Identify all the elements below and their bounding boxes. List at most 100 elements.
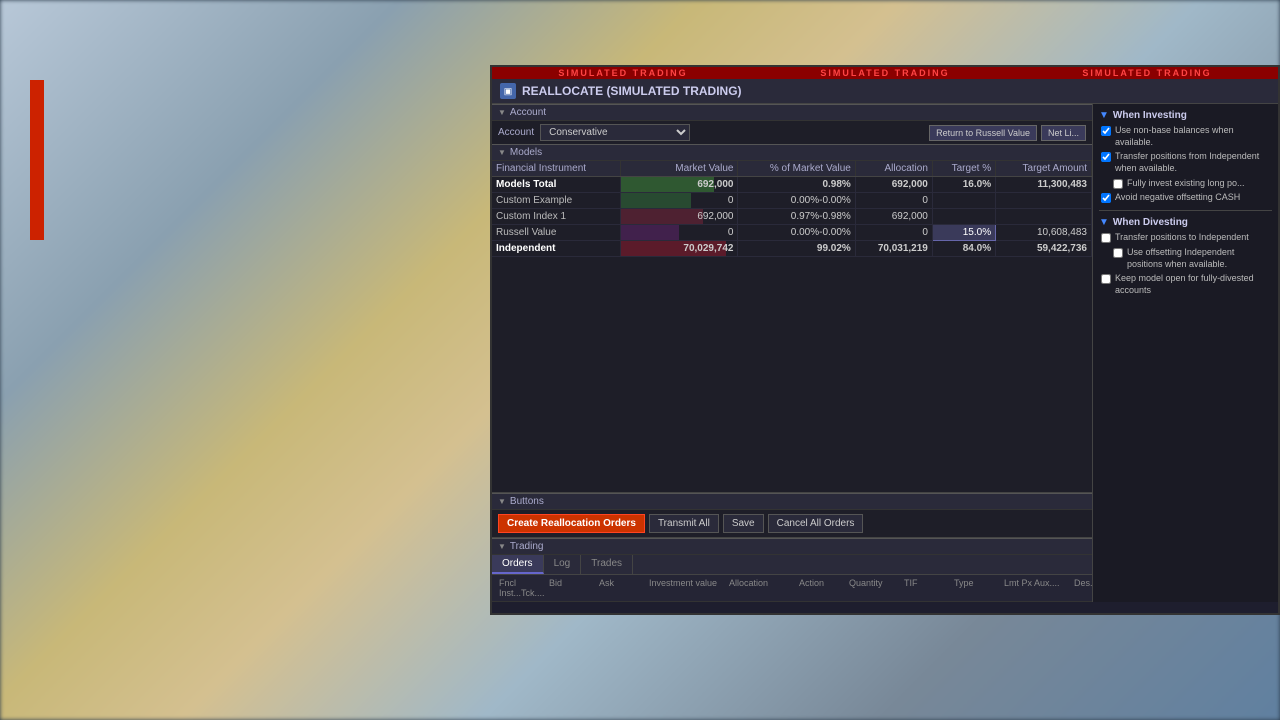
cell-target-amount — [996, 193, 1092, 209]
when-divesting-section: ▼ When Divesting Transfer positions to I… — [1099, 217, 1272, 296]
when-investing-section: ▼ When Investing Use non-base balances w… — [1099, 110, 1272, 204]
wi-option-3-row: Fully invest existing long po... — [1099, 178, 1272, 190]
tcol-allocation: Allocation — [726, 577, 796, 599]
title-bar: ▣ REALLOCATE (SIMULATED TRADING) — [492, 79, 1278, 104]
trading-section-label: Trading — [510, 541, 544, 552]
sim-banner-right: SIMULATED TRADING — [1082, 68, 1211, 78]
cell-market-value: 70,029,742 — [621, 241, 738, 257]
account-section-header: ▼ Account — [492, 104, 1092, 121]
buttons-section-label: Buttons — [510, 496, 544, 507]
create-reallocation-button[interactable]: Create Reallocation Orders — [498, 514, 645, 533]
wi-option-1-label: Use non-base balances when available. — [1115, 125, 1272, 148]
col-allocation: Allocation — [855, 161, 932, 177]
wd-option-1-checkbox[interactable] — [1101, 233, 1111, 243]
account-collapse-icon[interactable]: ▼ — [498, 108, 506, 117]
tcol-action: Action — [796, 577, 846, 599]
cell-target-pct[interactable]: 84.0% — [932, 241, 995, 257]
when-investing-icon: ▼ — [1099, 110, 1109, 121]
trading-table-header: Fncl Inst...Tck.... Bid Ask Investment v… — [492, 575, 1092, 602]
trading-tabs: Orders Log Trades — [492, 555, 1092, 575]
wi-option-2-row: Transfer positions from Independent when… — [1099, 151, 1272, 174]
account-row: Account Conservative Aggressive Balanced… — [492, 121, 1092, 144]
red-accent-bar — [30, 80, 44, 240]
when-divesting-title: ▼ When Divesting — [1099, 217, 1272, 228]
cell-target-pct[interactable]: 15.0% — [932, 225, 995, 241]
buttons-row: Create Reallocation Orders Transmit All … — [492, 510, 1092, 537]
trading-collapse-icon[interactable]: ▼ — [498, 542, 506, 551]
tcol-ask: Ask — [596, 577, 646, 599]
app-icon: ▣ — [500, 83, 516, 99]
account-select[interactable]: Conservative Aggressive Balanced — [540, 124, 690, 141]
tcol-quantity: Quantity — [846, 577, 901, 599]
models-collapse-icon[interactable]: ▼ — [498, 148, 506, 157]
table-header-row: Financial Instrument Market Value % of M… — [492, 161, 1092, 177]
cell-pct-market-value: 0.98% — [738, 177, 855, 193]
cell-pct-market-value: 0.97%-0.98% — [738, 209, 855, 225]
tcol-lmt-px: Lmt Px Aux.... — [1001, 577, 1071, 599]
app-title: REALLOCATE (SIMULATED TRADING) — [522, 84, 742, 98]
cell-target-amount: 11,300,483 — [996, 177, 1092, 193]
header-buttons: Return to Russell Value Net Li... — [929, 125, 1086, 141]
cell-market-value: 0 — [621, 225, 738, 241]
when-investing-title: ▼ When Investing — [1099, 110, 1272, 121]
cell-allocation: 692,000 — [855, 177, 932, 193]
cell-target-pct — [932, 193, 995, 209]
table-row: Russell Value00.00%-0.00%015.0%10,608,48… — [492, 225, 1092, 241]
wd-option-1-row: Transfer positions to Independent — [1099, 232, 1272, 244]
wi-option-2-checkbox[interactable] — [1101, 152, 1111, 162]
wi-option-3-checkbox[interactable] — [1113, 179, 1123, 189]
transmit-all-button[interactable]: Transmit All — [649, 514, 719, 533]
models-area: Financial Instrument Market Value % of M… — [492, 161, 1092, 492]
wi-option-4-label: Avoid negative offsetting CASH — [1115, 192, 1240, 204]
cell-target-pct[interactable]: 16.0% — [932, 177, 995, 193]
cell-allocation: 692,000 — [855, 209, 932, 225]
table-row: Custom Index 1692,0000.97%-0.98%692,000 — [492, 209, 1092, 225]
tcol-investment: Investment value — [646, 577, 726, 599]
wd-option-2-row: Use offsetting Independent positions whe… — [1099, 247, 1272, 270]
trading-section: ▼ Trading Orders Log Trades Fncl Inst...… — [492, 537, 1092, 602]
left-panel: ▼ Account Account Conservative Aggressiv… — [492, 104, 1093, 602]
wi-option-1-checkbox[interactable] — [1101, 126, 1111, 136]
cell-target-pct — [932, 209, 995, 225]
table-row: Custom Example00.00%-0.00%0 — [492, 193, 1092, 209]
col-market-value: Market Value — [621, 161, 738, 177]
when-divesting-icon: ▼ — [1099, 217, 1109, 228]
tab-log[interactable]: Log — [544, 555, 582, 574]
cell-name: Independent — [492, 241, 621, 257]
return-to-russell-button[interactable]: Return to Russell Value — [929, 125, 1037, 141]
table-row: Independent70,029,74299.02%70,031,21984.… — [492, 241, 1092, 257]
wi-option-1-row: Use non-base balances when available. — [1099, 125, 1272, 148]
models-section-label: Models — [510, 147, 542, 158]
cancel-all-button[interactable]: Cancel All Orders — [768, 514, 864, 533]
cell-name: Custom Index 1 — [492, 209, 621, 225]
cell-allocation: 0 — [855, 225, 932, 241]
wd-option-3-label: Keep model open for fully-divested accou… — [1115, 273, 1272, 296]
cell-market-value: 692,000 — [621, 209, 738, 225]
tcol-tif: TIF — [901, 577, 951, 599]
tcol-type: Type — [951, 577, 1001, 599]
tab-trades[interactable]: Trades — [581, 555, 633, 574]
simulated-trading-banner: SIMULATED TRADING SIMULATED TRADING SIMU… — [492, 67, 1278, 79]
cell-pct-market-value: 0.00%-0.00% — [738, 225, 855, 241]
wd-option-2-checkbox[interactable] — [1113, 248, 1123, 258]
cell-name: Custom Example — [492, 193, 621, 209]
main-area: ▼ Account Account Conservative Aggressiv… — [492, 104, 1278, 602]
buttons-collapse-icon[interactable]: ▼ — [498, 497, 506, 506]
models-section-header: ▼ Models — [492, 144, 1092, 161]
wd-option-3-checkbox[interactable] — [1101, 274, 1111, 284]
right-panel-divider — [1099, 210, 1272, 211]
account-label: Account — [498, 127, 534, 138]
cell-allocation: 0 — [855, 193, 932, 209]
save-button[interactable]: Save — [723, 514, 764, 533]
cell-name: Models Total — [492, 177, 621, 193]
cell-market-value: 0 — [621, 193, 738, 209]
wd-option-2-label: Use offsetting Independent positions whe… — [1127, 247, 1272, 270]
cell-allocation: 70,031,219 — [855, 241, 932, 257]
cell-pct-market-value: 0.00%-0.00% — [738, 193, 855, 209]
wi-option-4-checkbox[interactable] — [1101, 193, 1111, 203]
tab-orders[interactable]: Orders — [492, 555, 544, 574]
buttons-section: ▼ Buttons Create Reallocation Orders Tra… — [492, 492, 1092, 537]
cell-market-value: 692,000 — [621, 177, 738, 193]
net-li-button[interactable]: Net Li... — [1041, 125, 1086, 141]
wi-option-4-row: Avoid negative offsetting CASH — [1099, 192, 1272, 204]
